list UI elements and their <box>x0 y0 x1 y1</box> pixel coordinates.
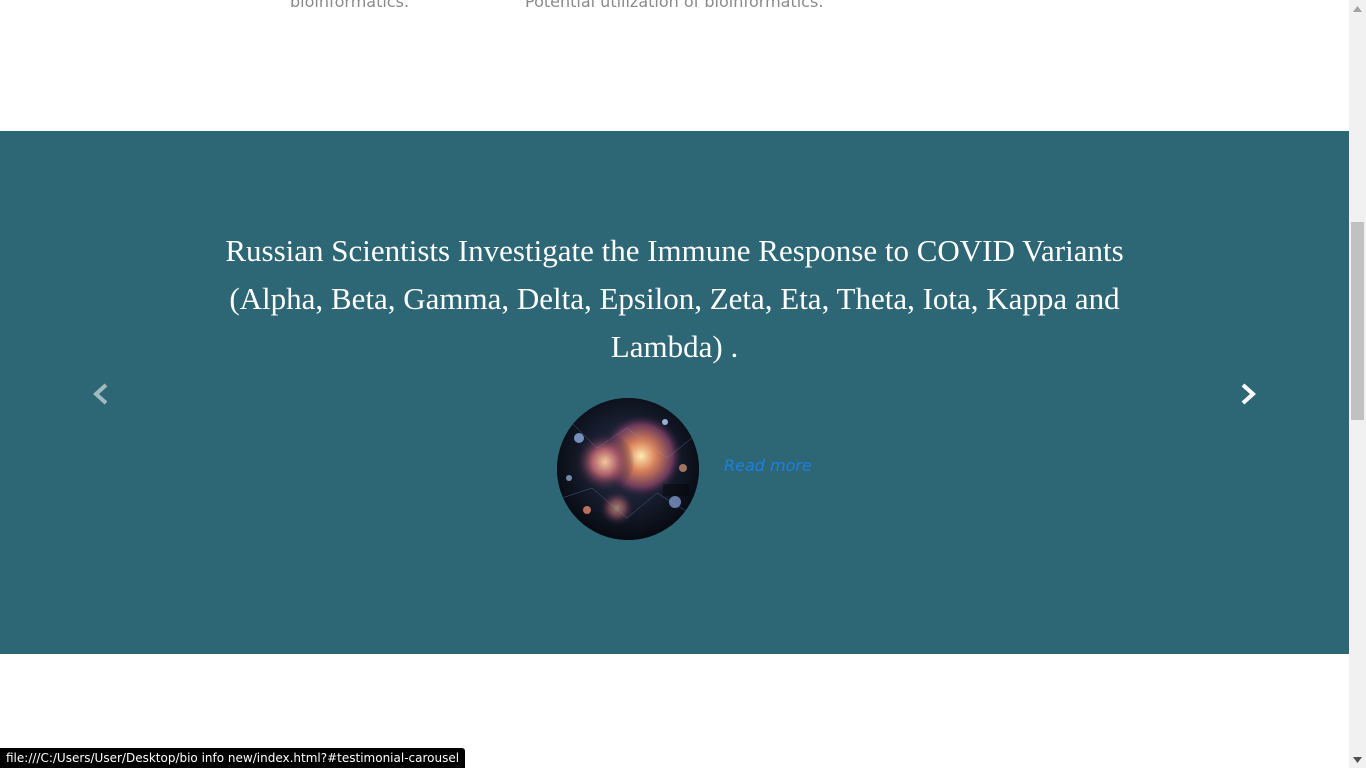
feature-text-left: bioinformatics. <box>290 0 410 11</box>
page: bioinformatics. Potential utilization of… <box>0 0 1349 768</box>
scrollbar-thumb[interactable] <box>1351 222 1364 420</box>
status-bar-url: file:///C:/Users/User/Desktop/bio info n… <box>0 748 466 768</box>
carousel-next-button[interactable] <box>1233 379 1263 409</box>
scroll-down-button[interactable] <box>1349 751 1366 768</box>
chevron-left-icon <box>93 383 108 405</box>
cell-image <box>557 398 699 540</box>
testimonial-carousel: Russian Scientists Investigate the Immun… <box>0 131 1349 654</box>
triangle-down-icon <box>1353 756 1362 763</box>
vertical-scrollbar[interactable] <box>1349 0 1366 768</box>
chevron-right-icon <box>1241 383 1256 405</box>
read-more-link[interactable]: Read more <box>724 456 812 475</box>
scroll-up-button[interactable] <box>1349 0 1366 17</box>
carousel-prev-button[interactable] <box>86 379 116 409</box>
feature-text-right: Potential utilization of bioinformatics. <box>525 0 824 11</box>
triangle-up-icon <box>1353 5 1362 12</box>
carousel-headline: Russian Scientists Investigate the Immun… <box>225 233 1124 364</box>
article-thumbnail <box>557 398 699 540</box>
